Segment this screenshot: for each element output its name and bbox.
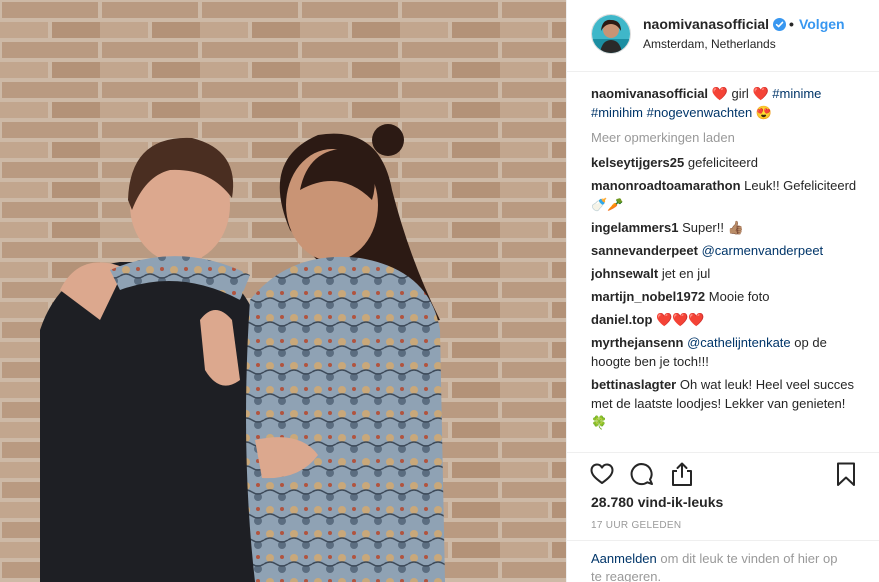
load-more-comments-button[interactable]: Meer opmerkingen laden	[591, 128, 865, 147]
comments-list: naomivanasofficial ❤️ girl ❤️ #minime #m…	[591, 84, 865, 452]
share-upload-icon	[672, 462, 692, 486]
comment-username[interactable]: sannevanderpeet	[591, 243, 698, 258]
comment-item: martijn_nobel1972 Mooie foto	[591, 287, 865, 306]
couple-photo-illustration	[0, 0, 566, 582]
comment-username[interactable]: martijn_nobel1972	[591, 289, 705, 304]
comment-text: ❤️❤️❤️	[656, 312, 705, 327]
comment-username[interactable]: johnsewalt	[591, 266, 658, 281]
post-sidebar: naomivanasofficial • Volgen Amsterdam, Net…	[566, 0, 879, 582]
like-button[interactable]	[589, 461, 615, 487]
instagram-post: naomivanasofficial • Volgen Amsterdam, Net…	[0, 0, 879, 582]
login-prompt: Aanmelden om dit leuk te vinden of hier …	[567, 540, 879, 582]
post-timestamp[interactable]: 17 UUR GELEDEN	[591, 520, 681, 531]
share-button[interactable]	[669, 461, 695, 487]
speech-bubble-icon	[630, 463, 653, 486]
caption-heart-emoji: ❤️	[711, 86, 728, 101]
comment-item: bettinaslagter Oh wat leuk! Heel veel su…	[591, 375, 865, 432]
comment-text: jet en jul	[661, 266, 711, 281]
avatar-image	[592, 15, 630, 53]
comment-username[interactable]: ingelammers1	[591, 220, 678, 235]
comment-username[interactable]: bettinaslagter	[591, 377, 676, 392]
comment-mention-link[interactable]: @cathelijntenkate	[687, 335, 791, 350]
follow-button[interactable]: Volgen	[799, 16, 845, 32]
comment-text: gefeliciteerd	[687, 155, 758, 170]
comment-item: johnsewalt jet en jul	[591, 264, 865, 283]
comment-text: Mooie foto	[708, 289, 770, 304]
comment-username[interactable]: kelseytijgers25	[591, 155, 684, 170]
post-header: naomivanasofficial • Volgen Amsterdam, Net…	[567, 0, 879, 72]
comment-item: sannevanderpeet @carmenvanderpeet	[591, 241, 865, 260]
hashtag-link[interactable]: #nogevenwachten	[647, 105, 753, 120]
header-user-line: naomivanasofficial • Volgen	[643, 16, 845, 32]
header-username[interactable]: naomivanasofficial	[643, 16, 769, 32]
action-bar	[567, 452, 879, 492]
verified-badge-icon	[773, 18, 787, 31]
comment-mention-link[interactable]: @carmenvanderpeet	[702, 243, 824, 258]
likes-count[interactable]: 28.780 vind-ik-leuks	[591, 494, 723, 510]
comment-username[interactable]: manonroadtoamarathon	[591, 178, 741, 193]
comment-item: manonroadtoamarathon Leuk!! Gefeliciteer…	[591, 176, 865, 214]
comment-item: ingelammers1 Super!! 👍🏽	[591, 218, 865, 237]
comment-item: daniel.top ❤️❤️❤️	[591, 310, 865, 329]
post-photo[interactable]	[0, 0, 566, 582]
avatar[interactable]	[591, 14, 631, 54]
comment-username[interactable]: daniel.top	[591, 312, 652, 327]
hashtag-link[interactable]: #minihim	[591, 105, 643, 120]
hashtag-link[interactable]: #minime	[772, 86, 821, 101]
comment-username[interactable]: myrthejansenn	[591, 335, 683, 350]
comment-button[interactable]	[629, 461, 655, 487]
heart-outline-icon	[590, 463, 614, 484]
caption-word: girl	[731, 86, 749, 101]
bookmark-icon	[837, 462, 855, 486]
comment-text: Super!! 👍🏽	[682, 220, 744, 235]
comment-item: myrthejansenn @cathelijntenkate op de ho…	[591, 333, 865, 371]
separator-dot: •	[789, 16, 794, 32]
save-button[interactable]	[833, 461, 859, 487]
caption-emoji: 😍	[755, 105, 772, 120]
location-link[interactable]: Amsterdam, Netherlands	[643, 37, 776, 51]
login-link[interactable]: Aanmelden	[591, 551, 657, 566]
caption: naomivanasofficial ❤️ girl ❤️ #minime #m…	[591, 84, 865, 122]
caption-heart-emoji-2: ❤️	[752, 86, 769, 101]
comment-item: kelseytijgers25 gefeliciteerd	[591, 153, 865, 172]
caption-username[interactable]: naomivanasofficial	[591, 86, 708, 101]
